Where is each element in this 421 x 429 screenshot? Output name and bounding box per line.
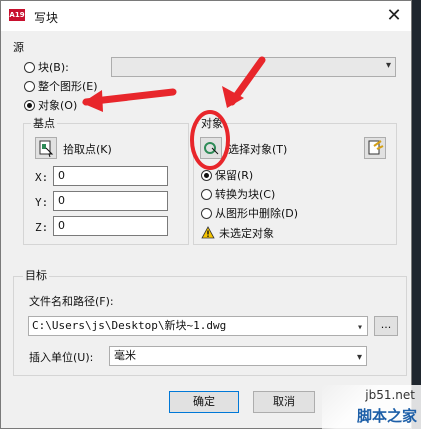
watermark: jb51.net 脚本之家 <box>322 385 421 429</box>
watermark-name: 脚本之家 <box>356 407 417 425</box>
annotation-arrowhead-left <box>82 90 103 112</box>
annotation-circle <box>190 110 230 170</box>
watermark-site: jb51.net <box>365 388 415 402</box>
annotation-overlay <box>82 56 266 170</box>
